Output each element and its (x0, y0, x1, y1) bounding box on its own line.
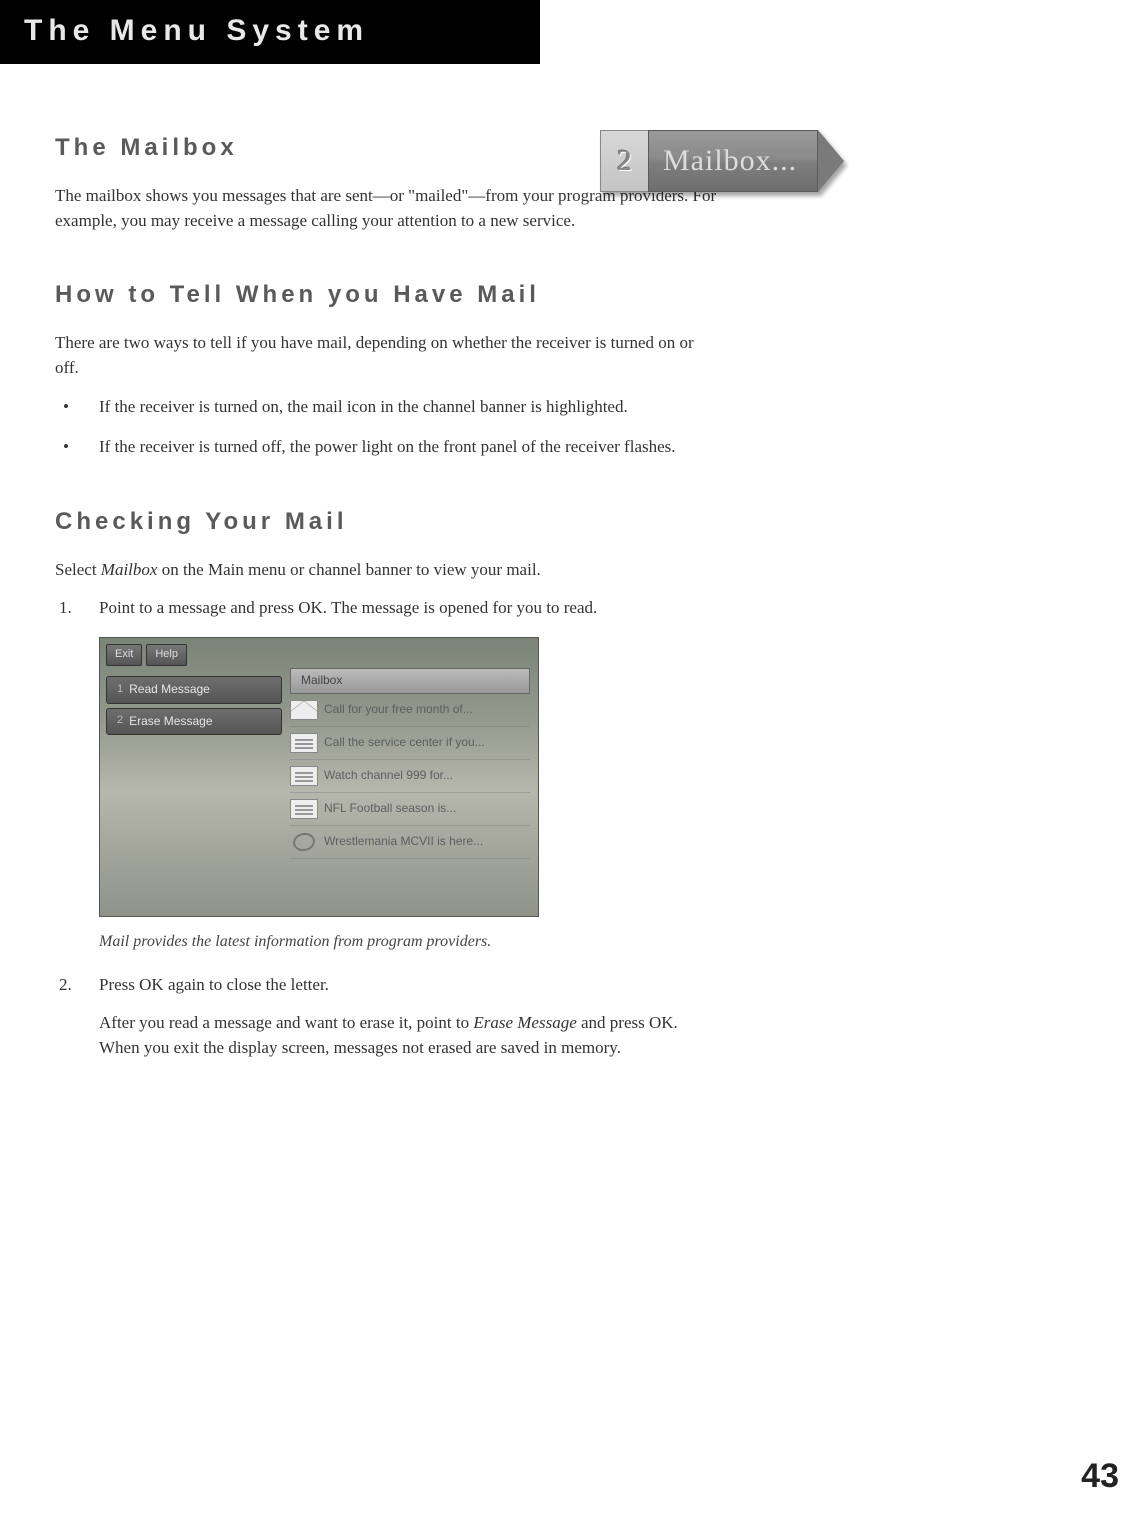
text: After you read a message and want to era… (99, 1013, 473, 1032)
envelope-icon (290, 700, 318, 720)
row-text: Call for your free month of... (324, 701, 473, 718)
ring-icon (290, 832, 318, 852)
mailbox-menu-badge: 2 Mailbox... (600, 130, 844, 192)
list-item[interactable]: Call for your free month of... (290, 694, 530, 727)
list-header: Mailbox (290, 668, 530, 693)
document-icon (290, 766, 318, 786)
badge-number: 2 (600, 130, 648, 192)
row-text: Watch channel 999 for... (324, 767, 453, 784)
text: Select (55, 560, 101, 579)
badge-label: Mailbox... (648, 130, 818, 192)
howtell-intro: There are two ways to tell if you have m… (55, 331, 720, 380)
bullet-item: If the receiver is turned off, the power… (55, 435, 720, 460)
document-icon (290, 733, 318, 753)
emphasis: Mailbox (101, 560, 158, 579)
help-button[interactable]: Help (146, 644, 187, 666)
figure: Exit Help 1 Read Message 2 Erase Message (99, 637, 539, 953)
chapter-header: The Menu System (0, 0, 540, 64)
step-2: Press OK again to close the letter. Afte… (55, 973, 720, 1061)
step-text: Point to a message and press OK. The mes… (99, 598, 597, 617)
screenshot-sidebar: 1 Read Message 2 Erase Message (106, 676, 282, 735)
list-item[interactable]: NFL Football season is... (290, 793, 530, 826)
screenshot-topbar: Exit Help (106, 644, 187, 666)
page-number: 43 (1081, 1457, 1119, 1496)
list-item[interactable]: Watch channel 999 for... (290, 760, 530, 793)
chevron-right-icon (818, 130, 844, 192)
row-text: Wrestlemania MCVII is here... (324, 833, 483, 850)
list-item[interactable]: Wrestlemania MCVII is here... (290, 826, 530, 859)
bullet-item: If the receiver is turned on, the mail i… (55, 395, 720, 420)
step-1: Point to a message and press OK. The mes… (55, 596, 720, 952)
list-item[interactable]: Call the service center if you... (290, 727, 530, 760)
step-text: Press OK again to close the letter. (99, 975, 329, 994)
sidebar-item-read-message[interactable]: 1 Read Message (106, 676, 282, 703)
chapter-title: The Menu System (24, 14, 516, 48)
steps-list: Point to a message and press OK. The mes… (55, 596, 720, 1060)
checking-intro: Select Mailbox on the Main menu or chann… (55, 558, 720, 583)
item-label: Read Message (129, 681, 210, 698)
emphasis: Erase Message (473, 1013, 576, 1032)
figure-caption: Mail provides the latest information fro… (99, 931, 519, 953)
mailbox-screenshot: Exit Help 1 Read Message 2 Erase Message (99, 637, 539, 917)
item-number: 2 (117, 713, 123, 729)
section-title-howtell: How to Tell When you Have Mail (55, 281, 720, 309)
section-title-checking: Checking Your Mail (55, 508, 720, 536)
page-content: The Mailbox The mailbox shows you messag… (0, 134, 720, 1061)
document-icon (290, 799, 318, 819)
item-label: Erase Message (129, 713, 212, 730)
row-text: Call the service center if you... (324, 734, 485, 751)
exit-button[interactable]: Exit (106, 644, 142, 666)
screenshot-message-list: Mailbox Call for your free month of... C… (290, 668, 530, 858)
step-subtext: After you read a message and want to era… (99, 1011, 720, 1060)
sidebar-item-erase-message[interactable]: 2 Erase Message (106, 708, 282, 735)
howtell-bullets: If the receiver is turned on, the mail i… (55, 395, 720, 460)
text: on the Main menu or channel banner to vi… (157, 560, 540, 579)
row-text: NFL Football season is... (324, 800, 456, 817)
item-number: 1 (117, 682, 123, 698)
